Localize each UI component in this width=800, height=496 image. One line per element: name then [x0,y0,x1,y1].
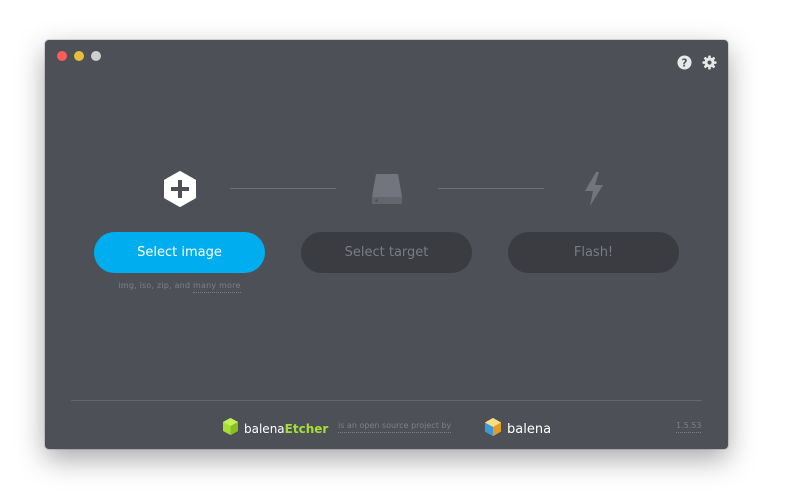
close-window-button[interactable] [57,51,67,61]
balena-etcher-link[interactable]: balena Etcher [222,417,328,440]
select-image-button[interactable]: Select image [94,232,265,273]
step-connector-1 [230,188,336,189]
etcher-window: ? Select image Select target Flash! img,… [45,40,728,449]
flash-button: Flash! [508,232,679,273]
brand-prefix: balena [244,421,285,436]
help-icon[interactable]: ? [677,55,692,70]
balena-logo-icon [484,417,502,441]
open-source-link[interactable]: is an open source project by [338,421,452,433]
lightning-icon [582,171,606,211]
brand-accent: Etcher [284,421,329,436]
supported-formats-text: img, iso, zip, and [118,281,191,290]
step-connector-2 [438,188,544,189]
version-link[interactable]: 1.5.53 [676,421,702,433]
svg-text:?: ? [682,57,688,69]
many-more-link[interactable]: many more [192,281,241,293]
footer-divider [71,400,702,401]
select-target-button: Select target [301,232,472,273]
etcher-logo-icon [222,417,239,440]
balena-name: balena [507,421,552,437]
balena-link[interactable]: balena [484,417,551,441]
zoom-window-button[interactable] [91,51,101,61]
supported-formats-hint: img, iso, zip, and many more [94,281,265,293]
drive-icon [370,171,404,211]
minimize-window-button[interactable] [74,51,84,61]
footer: balena Etcher is an open source project b… [45,415,728,439]
plus-hexagon-icon [163,171,197,211]
settings-icon[interactable] [702,55,717,70]
